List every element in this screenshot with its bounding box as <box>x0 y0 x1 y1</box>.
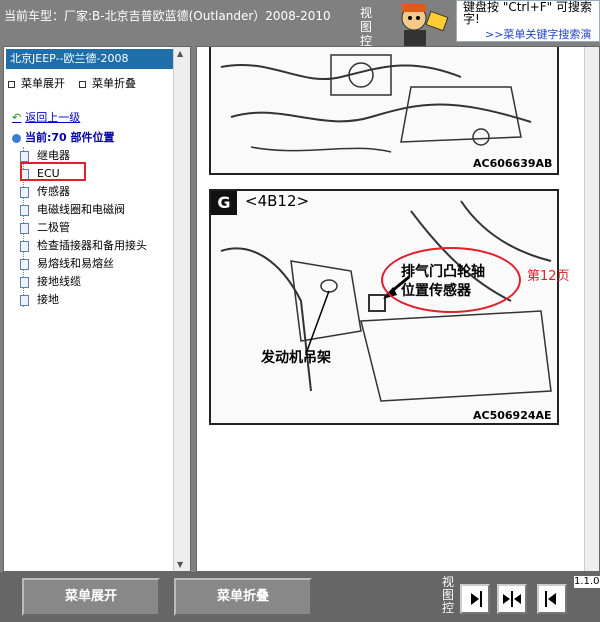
document-icon <box>20 150 29 162</box>
scroll-down-icon[interactable]: ▼ <box>177 560 183 569</box>
tree-item-ground[interactable]: 接地 <box>20 291 59 309</box>
sidebar: 北京JEEP--欧兰德-2008 菜单展开 菜单折叠 ↶ 返回上一级 当前:70 部… <box>3 46 191 572</box>
top-header: 当前车型：厂家:B-北京吉普欧蓝德(Outlander）2008-2010 视图… <box>0 0 600 62</box>
document-icon <box>20 294 29 306</box>
tree-item-sensor[interactable]: 传感器 <box>20 183 70 201</box>
view-control-label-bottom: 视图控 <box>442 575 455 615</box>
arrow-right-icon <box>471 591 482 607</box>
callout-line-2: 位置传感器 <box>401 283 471 299</box>
document-icon <box>20 258 29 270</box>
current-section-label: 当前:70 部件位置 <box>25 131 115 144</box>
nav-split-button[interactable] <box>497 584 527 614</box>
tree-item-label: 电磁线圈和电磁阀 <box>37 203 125 216</box>
hint-line-2: 字! <box>463 12 480 26</box>
tree-item-ground-cable[interactable]: 接地线缆 <box>20 273 81 291</box>
collapse-icon <box>79 80 86 88</box>
callout-line-1: 排气门凸轮轴 <box>401 264 485 280</box>
hint-line-1: 键盘按 "Ctrl+F" 可搜索 <box>463 0 592 14</box>
menu-expand-button[interactable]: 菜单展开 <box>22 578 160 616</box>
menu-expand-label: 菜单展开 <box>21 77 65 90</box>
expand-icon <box>8 80 15 88</box>
split-arrows-icon <box>503 591 521 607</box>
tree-item-label: 继电器 <box>37 149 70 162</box>
sidebar-actions: 菜单展开 菜单折叠 <box>8 75 136 91</box>
section-badge: G <box>211 191 237 215</box>
page-number-note: 第12页 <box>527 269 570 284</box>
tree-item-fusible-link[interactable]: 易熔线和易熔丝 <box>20 255 114 273</box>
menu-collapse-link[interactable]: 菜单折叠 <box>79 75 136 91</box>
content-pane: AC606639AB G <4B12> 排气门凸轮轴 位置传感器 发动机吊架 A… <box>196 46 600 572</box>
sidebar-scrollbar[interactable]: ▲ ▼ <box>173 47 190 571</box>
document-icon <box>20 276 29 288</box>
tree-item-label: 接地线缆 <box>37 275 81 288</box>
document-icon <box>20 186 29 198</box>
tree-item-label: 二极管 <box>37 221 70 234</box>
tree-item-connector-check[interactable]: 检查插接器和备用接头 <box>20 237 147 255</box>
globe-icon <box>12 133 21 143</box>
engine-illustration-bottom <box>220 200 552 402</box>
back-arrow-icon: ↶ <box>12 111 22 124</box>
sidebar-title: 北京JEEP--欧兰德-2008 <box>6 49 186 69</box>
arrow-left-icon <box>545 591 556 607</box>
nav-forward-button[interactable] <box>460 584 490 614</box>
menu-expand-link[interactable]: 菜单展开 <box>8 75 65 91</box>
tree-item-solenoid[interactable]: 电磁线圈和电磁阀 <box>20 201 125 219</box>
connector-id: <4B12> <box>245 192 310 210</box>
diagram-code-top: AC606639AB <box>473 157 553 170</box>
engine-diagram-top: AC606639AB <box>209 47 559 175</box>
hint-search-link[interactable]: >>菜单关键字搜索演 <box>485 26 591 42</box>
back-link[interactable]: ↶ 返回上一级 <box>12 109 80 125</box>
engine-bracket-label: 发动机吊架 <box>261 350 331 366</box>
nav-back-button[interactable] <box>537 584 567 614</box>
current-section: 当前:70 部件位置 <box>12 129 115 145</box>
scroll-up-icon[interactable]: ▲ <box>177 49 183 58</box>
menu-collapse-button[interactable]: 菜单折叠 <box>174 578 312 616</box>
diagram-code-bottom: AC506924AE <box>473 409 552 422</box>
document-icon <box>20 222 29 234</box>
ecu-highlight-box <box>20 162 86 181</box>
search-hint-box: 键盘按 "Ctrl+F" 可搜索 字! >>菜单关键字搜索演 <box>456 0 600 42</box>
content-scrollbar[interactable] <box>584 47 599 571</box>
document-icon <box>20 204 29 216</box>
document-icon <box>20 240 29 252</box>
tree-item-label: 接地 <box>37 293 59 306</box>
tree-item-label: 传感器 <box>37 185 70 198</box>
engine-diagram-bottom: G <4B12> 排气门凸轮轴 位置传感器 发动机吊架 AC506924AE <box>209 189 559 425</box>
mascot-icon <box>401 4 449 46</box>
tree-item-diode[interactable]: 二极管 <box>20 219 70 237</box>
version-label: 1.1.0 <box>574 576 600 588</box>
back-label: 返回上一级 <box>25 111 81 124</box>
sensor-callout-text: 排气门凸轮轴 位置传感器 <box>401 263 485 301</box>
current-car-model: 当前车型：厂家:B-北京吉普欧蓝德(Outlander）2008-2010 <box>4 9 331 23</box>
engine-illustration-top <box>220 54 532 153</box>
tree-item-label: 检查插接器和备用接头 <box>37 239 147 252</box>
bottom-toolbar: 菜单展开 菜单折叠 视图控 1.1.0 <box>0 572 600 622</box>
menu-collapse-label: 菜单折叠 <box>92 77 136 90</box>
tree-item-label: 易熔线和易熔丝 <box>37 257 114 270</box>
